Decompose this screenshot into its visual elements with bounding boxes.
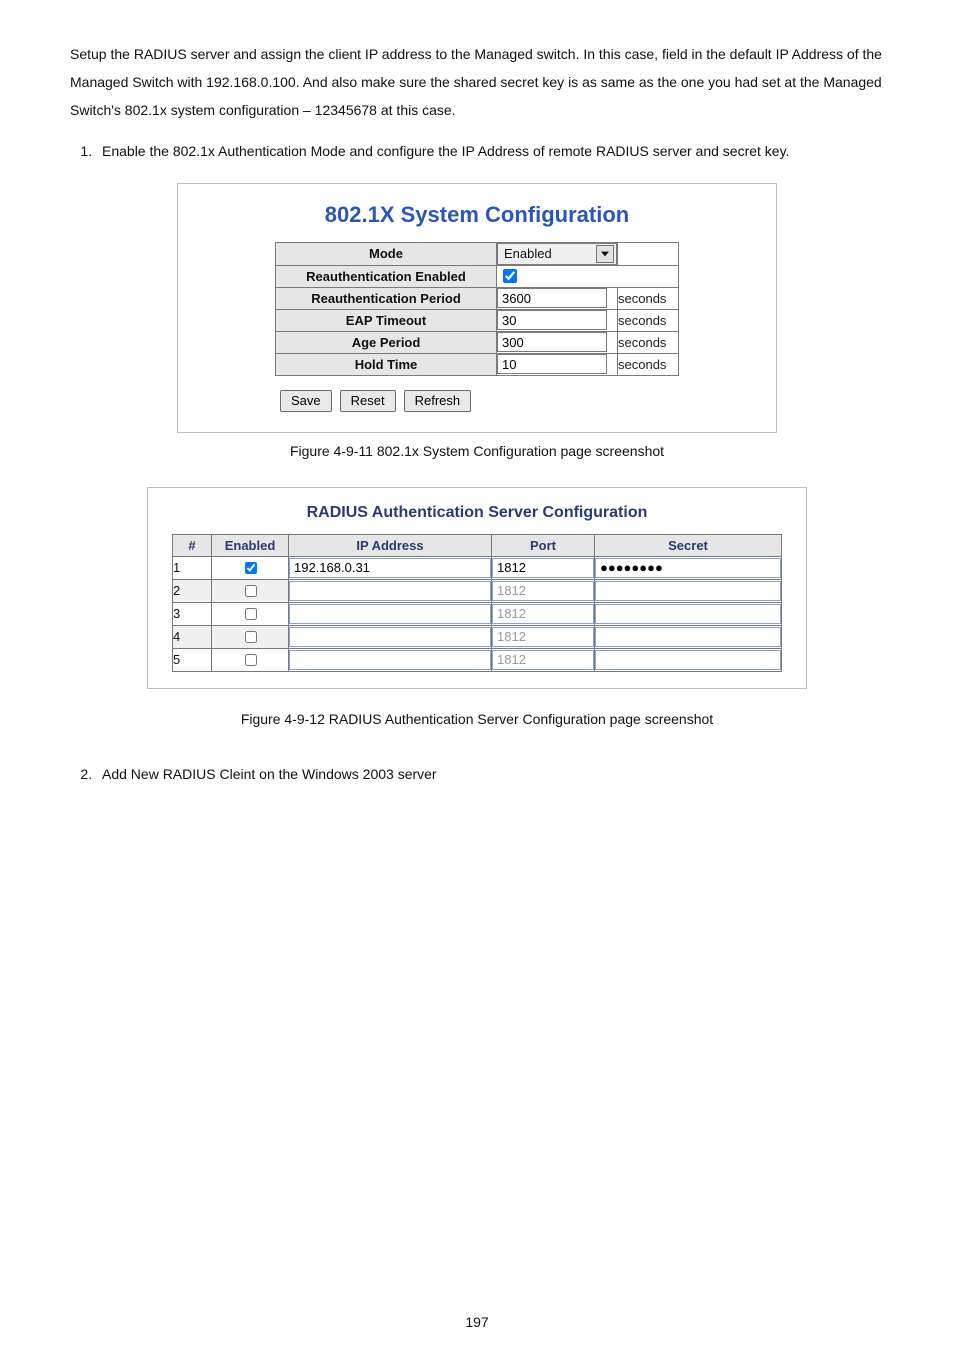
age-period-input[interactable] (497, 332, 607, 352)
ip-address-input (289, 650, 491, 670)
secret-input (595, 581, 781, 601)
fig-radius-config: RADIUS Authentication Server Configurati… (147, 487, 807, 689)
unit-seconds: seconds (618, 313, 672, 328)
secret-input (595, 604, 781, 624)
hold-time-input[interactable] (497, 354, 607, 374)
row-enabled-checkbox[interactable] (245, 654, 257, 666)
row-enabled-checkbox[interactable] (245, 562, 257, 574)
fig-8021x-caption: Figure 4-9-11 802.1x System Configuratio… (290, 443, 664, 459)
row-enabled-checkbox[interactable] (245, 608, 257, 620)
secret-input (595, 627, 781, 647)
table-row: 1 (173, 556, 782, 579)
fig-radius-title: RADIUS Authentication Server Configurati… (168, 504, 786, 522)
unit-seconds: seconds (618, 291, 672, 306)
fig-radius-caption: Figure 4-9-12 RADIUS Authentication Serv… (241, 711, 713, 727)
unit-seconds: seconds (618, 335, 672, 350)
fig-8021x-title: 802.1X System Configuration (202, 202, 752, 228)
ip-address-input[interactable] (289, 558, 491, 578)
intro-paragraph: Setup the RADIUS server and assign the c… (70, 40, 884, 124)
mode-select-value: Enabled (504, 246, 552, 261)
step-2: Add New RADIUS Cleint on the Windows 200… (96, 761, 884, 788)
secret-input[interactable] (595, 558, 781, 578)
row-age-label: Age Period (276, 331, 497, 353)
table-row: 5 (173, 648, 782, 671)
chevron-down-icon (596, 245, 614, 263)
row-eap-label: EAP Timeout (276, 309, 497, 331)
cell-row-number: 5 (173, 648, 212, 671)
ip-address-input (289, 604, 491, 624)
fig-8021x-config: 802.1X System Configuration Mode Enabled (177, 183, 777, 433)
row-enabled-checkbox[interactable] (245, 585, 257, 597)
reauth-period-input[interactable] (497, 288, 607, 308)
secret-input (595, 650, 781, 670)
col-port: Port (492, 534, 595, 556)
row-reauth-enabled-label: Reauthentication Enabled (276, 265, 497, 287)
port-input[interactable] (492, 558, 594, 578)
row-mode-label: Mode (276, 242, 497, 265)
cell-row-number: 2 (173, 579, 212, 602)
cell-row-number: 3 (173, 602, 212, 625)
port-input (492, 581, 594, 601)
save-button[interactable]: Save (280, 390, 332, 412)
ip-address-input (289, 627, 491, 647)
port-input (492, 650, 594, 670)
col-num: # (173, 534, 212, 556)
table-row: 4 (173, 625, 782, 648)
page-number: 197 (0, 1314, 954, 1330)
col-ip: IP Address (289, 534, 492, 556)
eap-timeout-input[interactable] (497, 310, 607, 330)
table-row: 2 (173, 579, 782, 602)
col-secret: Secret (595, 534, 782, 556)
reauth-enabled-checkbox[interactable] (503, 269, 517, 283)
table-row: 3 (173, 602, 782, 625)
cell-row-number: 1 (173, 556, 212, 579)
cell-row-number: 4 (173, 625, 212, 648)
port-input (492, 604, 594, 624)
step-1: Enable the 802.1x Authentication Mode an… (96, 138, 884, 165)
unit-seconds: seconds (618, 357, 672, 372)
row-reauth-period-label: Reauthentication Period (276, 287, 497, 309)
mode-select[interactable]: Enabled (497, 243, 617, 265)
row-enabled-checkbox[interactable] (245, 631, 257, 643)
col-enabled: Enabled (212, 534, 289, 556)
ip-address-input (289, 581, 491, 601)
reset-button[interactable]: Reset (340, 390, 396, 412)
port-input (492, 627, 594, 647)
refresh-button[interactable]: Refresh (404, 390, 472, 412)
row-hold-label: Hold Time (276, 353, 497, 375)
